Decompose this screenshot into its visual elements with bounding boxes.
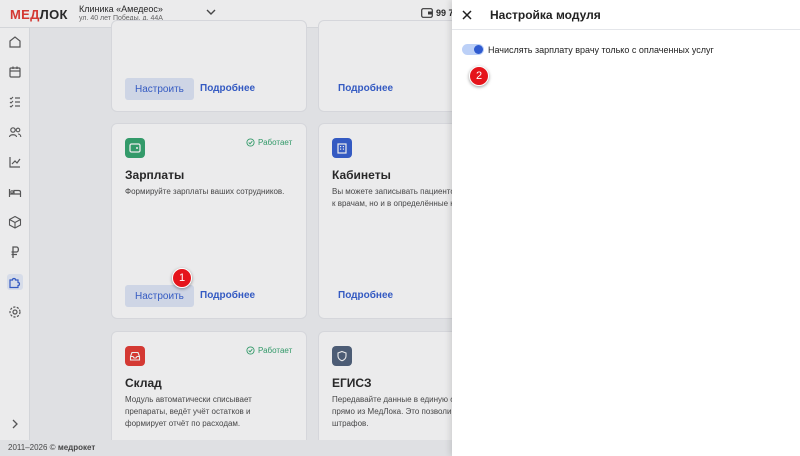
panel-header: Настройка модуля [452, 0, 800, 30]
panel-title: Настройка модуля [490, 8, 601, 22]
toggle-label: Начислять зарплату врачу только с оплаче… [488, 45, 714, 55]
modal-overlay[interactable] [0, 0, 452, 456]
close-icon[interactable] [460, 8, 474, 22]
paid-services-only-toggle[interactable] [462, 44, 484, 55]
step-marker-1: 1 [172, 268, 192, 288]
step-marker-2: 2 [469, 66, 489, 86]
module-settings-panel: Настройка модуля Начислять зарплату врач… [452, 0, 800, 456]
